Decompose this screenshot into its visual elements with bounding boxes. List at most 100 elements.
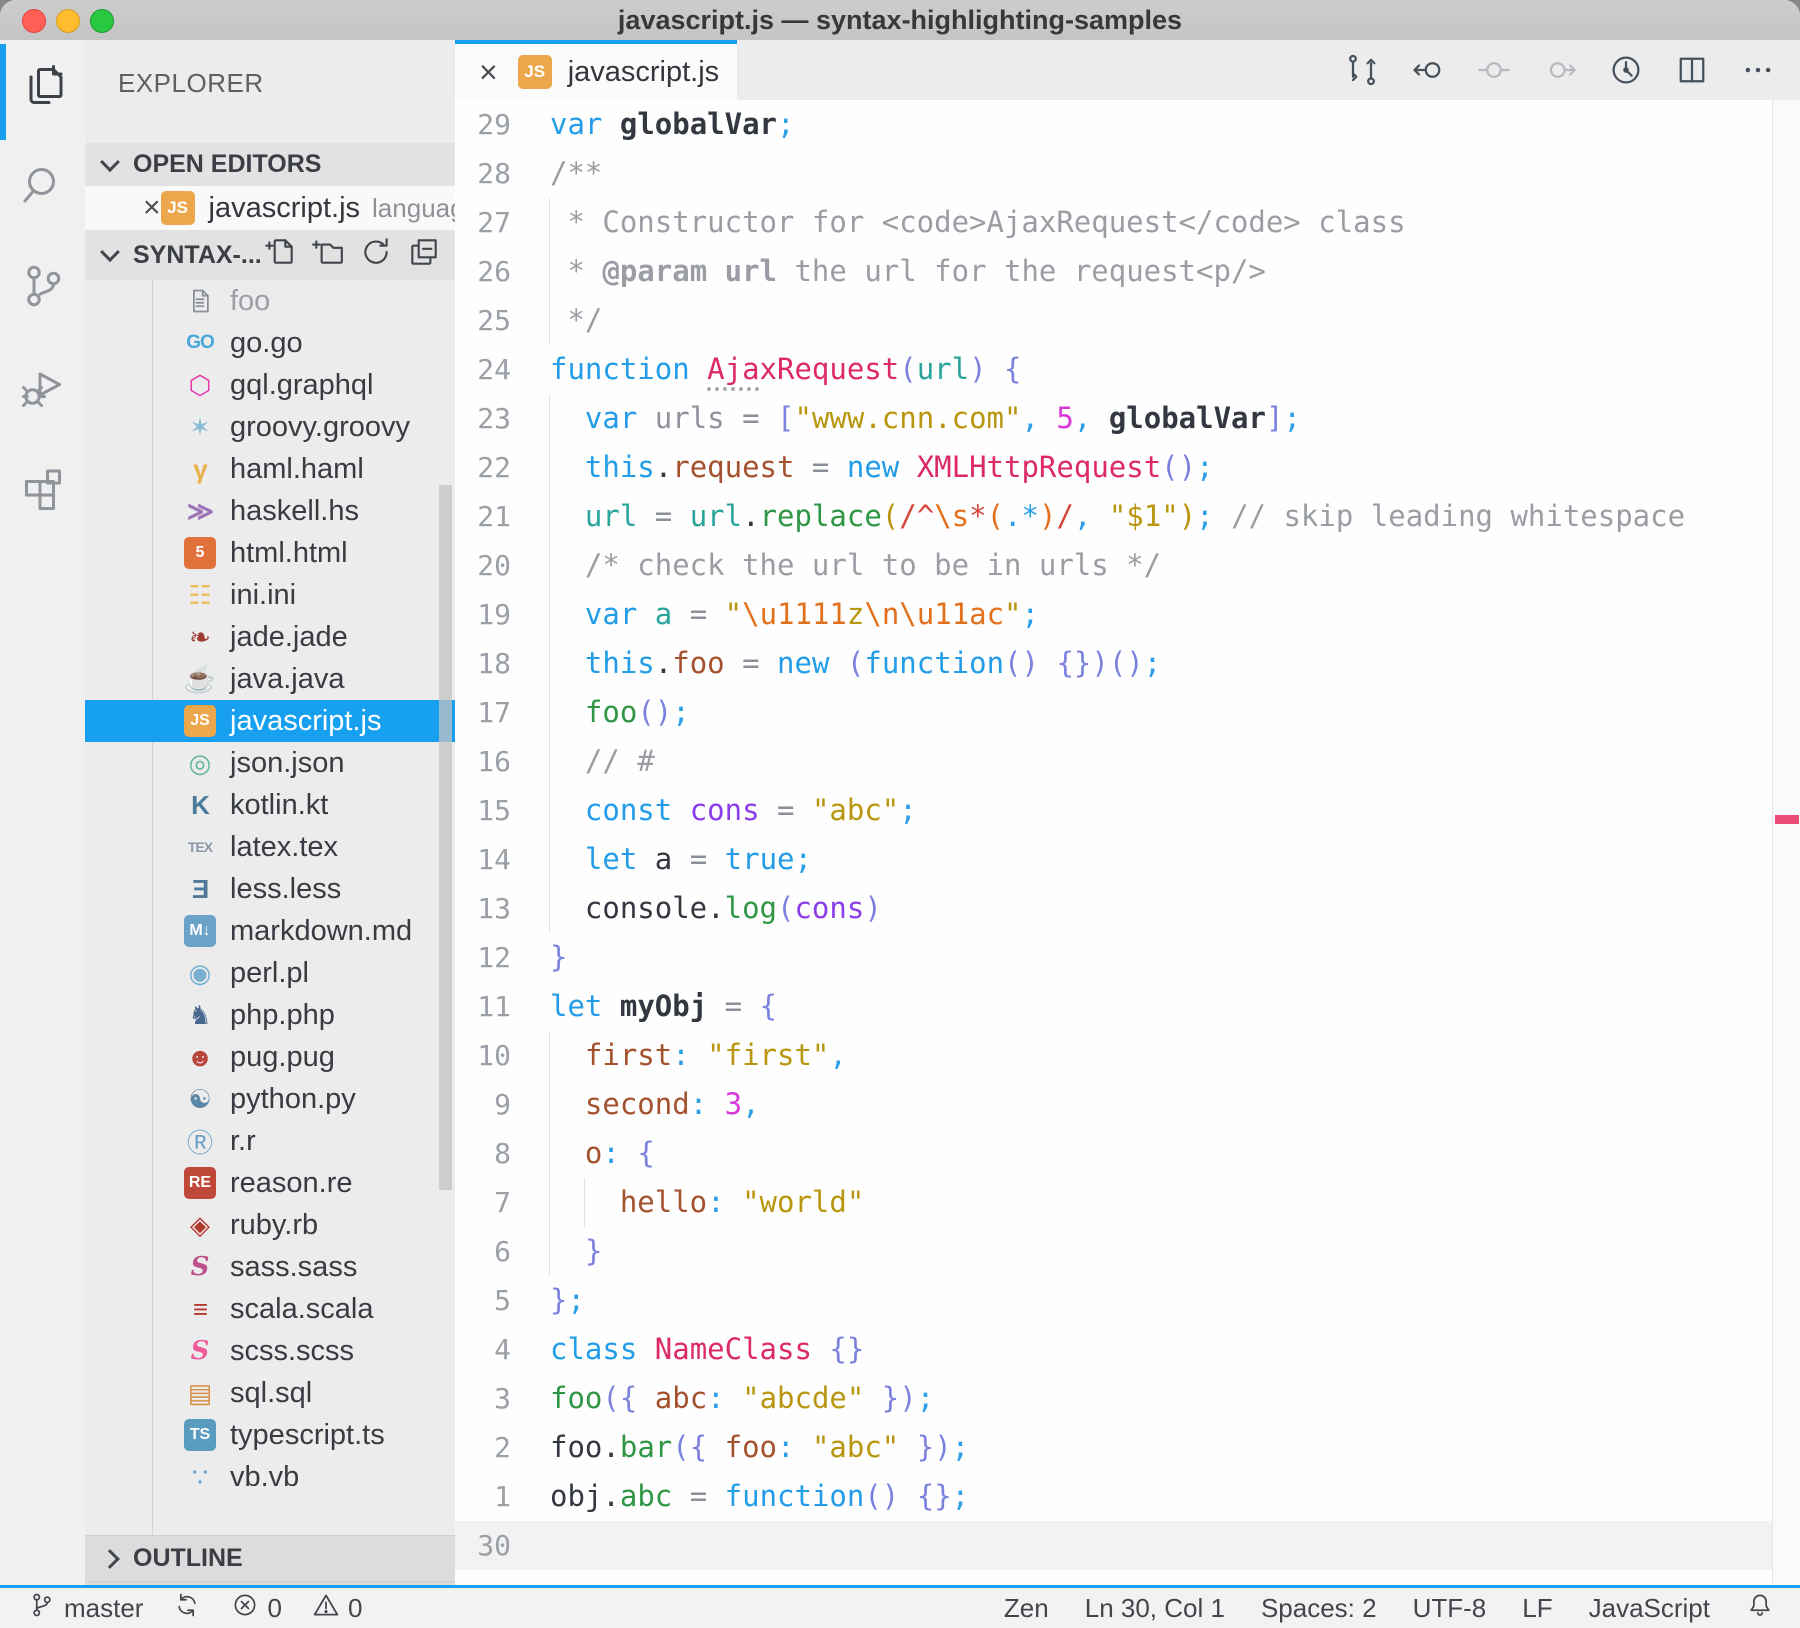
code-area[interactable]: 29var globalVar;28/**27 * Constructor fo… — [455, 100, 1772, 1585]
file-item-typescript-ts[interactable]: TStypescript.ts — [85, 1414, 455, 1456]
close-window-button[interactable] — [22, 9, 46, 33]
status-spaces-2[interactable]: Spaces: 2 — [1261, 1593, 1377, 1624]
file-item-gql-graphql[interactable]: ⬡gql.graphql — [85, 364, 455, 406]
activity-extensions-button[interactable] — [0, 440, 85, 536]
file-item-json-json[interactable]: ◎json.json — [85, 742, 455, 784]
sidebar-scrollbar[interactable] — [439, 485, 452, 1190]
code-line-7[interactable]: 7 hello: "world" — [455, 1178, 1772, 1227]
code-line-3[interactable]: 3foo({ abc: "abcde" }); — [455, 1374, 1772, 1423]
code-line-29[interactable]: 29var globalVar; — [455, 100, 1772, 149]
outline-panel-header[interactable]: OUTLINE — [85, 1536, 455, 1581]
code-line-21[interactable]: 21 url = url.replace(/^\s*(.*)/, "$1"); … — [455, 492, 1772, 541]
code-line-4[interactable]: 4class NameClass {} — [455, 1325, 1772, 1374]
file-item-sass-sass[interactable]: Ssass.sass — [85, 1246, 455, 1288]
tab-javascript[interactable]: × JS javascript.js — [455, 40, 737, 100]
code-line-17[interactable]: 17 foo(); — [455, 688, 1772, 737]
split-editor-icon[interactable] — [1672, 50, 1712, 90]
file-item-pug-pug[interactable]: ☻pug.pug — [85, 1036, 455, 1078]
refresh-explorer-button[interactable] — [359, 235, 393, 276]
file-item-vb-vb[interactable]: ∵vb.vb — [85, 1456, 455, 1486]
new-file-button[interactable] — [263, 235, 297, 276]
file-item-ruby-rb[interactable]: ◈ruby.rb — [85, 1204, 455, 1246]
minimize-window-button[interactable] — [56, 9, 80, 33]
status-0[interactable]: 0 — [312, 1591, 362, 1626]
go-file-icon: GO — [181, 332, 219, 354]
code-line-19[interactable]: 19 var a = "\u1111z\n\u11ac"; — [455, 590, 1772, 639]
code-line-18[interactable]: 18 this.foo = new (function() {})(); — [455, 639, 1772, 688]
file-item-kotlin-kt[interactable]: Kkotlin.kt — [85, 784, 455, 826]
code-line-10[interactable]: 10 first: "first", — [455, 1031, 1772, 1080]
status-0[interactable]: 0 — [231, 1591, 281, 1626]
file-item-groovy-groovy[interactable]: ✶groovy.groovy — [85, 406, 455, 448]
file-item-java-java[interactable]: ☕java.java — [85, 658, 455, 700]
code-line-23[interactable]: 23 var urls = ["www.cnn.com", 5, globalV… — [455, 394, 1772, 443]
open-editors-header[interactable]: OPEN EDITORS — [85, 143, 455, 186]
status-sync[interactable] — [173, 1591, 201, 1626]
activity-run-debug-button[interactable] — [0, 340, 85, 436]
file-item-r-r[interactable]: Ⓡr.r — [85, 1120, 455, 1162]
file-item-jade-jade[interactable]: ❧jade.jade — [85, 616, 455, 658]
file-item-markdown-md[interactable]: M↓markdown.md — [85, 910, 455, 952]
code-line-2[interactable]: 2foo.bar({ foo: "abc" }); — [455, 1423, 1772, 1472]
file-item-haskell-hs[interactable]: ≫haskell.hs — [85, 490, 455, 532]
timeline-history-icon[interactable] — [1606, 50, 1646, 90]
code-line-27[interactable]: 27 * Constructor for <code>AjaxRequest</… — [455, 198, 1772, 247]
code-line-30[interactable]: 30 — [455, 1521, 1772, 1570]
file-item-latex-tex[interactable]: TEXlatex.tex — [85, 826, 455, 868]
file-item-reason-re[interactable]: REreason.re — [85, 1162, 455, 1204]
file-item-go-go[interactable]: GOgo.go — [85, 322, 455, 364]
activity-settings-button[interactable] — [0, 1485, 85, 1575]
code-line-28[interactable]: 28/** — [455, 149, 1772, 198]
code-line-9[interactable]: 9 second: 3, — [455, 1080, 1772, 1129]
file-item-scss-scss[interactable]: Sscss.scss — [85, 1330, 455, 1372]
code-line-8[interactable]: 8 o: { — [455, 1129, 1772, 1178]
open-editor-item[interactable]: × JS javascript.js languages — [85, 186, 455, 230]
overview-ruler[interactable] — [1772, 100, 1800, 1585]
file-item-perl-pl[interactable]: ◉perl.pl — [85, 952, 455, 994]
file-item-foo[interactable]: foo — [85, 280, 455, 322]
status-lf[interactable]: LF — [1522, 1593, 1552, 1624]
code-line-26[interactable]: 26 * @param url the url for the request<… — [455, 247, 1772, 296]
code-line-12[interactable]: 12} — [455, 933, 1772, 982]
code-line-14[interactable]: 14 let a = true; — [455, 835, 1772, 884]
new-folder-button[interactable] — [311, 235, 345, 276]
activity-search-button[interactable] — [0, 140, 85, 236]
activity-explorer-button[interactable] — [0, 40, 85, 136]
code-line-15[interactable]: 15 const cons = "abc"; — [455, 786, 1772, 835]
status-javascript[interactable]: JavaScript — [1589, 1593, 1710, 1624]
activity-account-button[interactable] — [0, 1375, 85, 1465]
code-line-6[interactable]: 6 } — [455, 1227, 1772, 1276]
code-line-5[interactable]: 5}; — [455, 1276, 1772, 1325]
back-circle-icon[interactable] — [1408, 50, 1448, 90]
code-line-24[interactable]: 24function AjaxRequest(url) { — [455, 345, 1772, 394]
status-utf-8[interactable]: UTF-8 — [1413, 1593, 1487, 1624]
collapse-folders-button[interactable] — [407, 235, 441, 276]
code-line-22[interactable]: 22 this.request = new XMLHttpRequest(); — [455, 443, 1772, 492]
zoom-window-button[interactable] — [90, 9, 114, 33]
code-line-11[interactable]: 11let myObj = { — [455, 982, 1772, 1031]
file-item-scala-scala[interactable]: ≡scala.scala — [85, 1288, 455, 1330]
activity-source-control-button[interactable] — [0, 240, 85, 336]
file-item-ini-ini[interactable]: ☷ini.ini — [85, 574, 455, 616]
status-zen[interactable]: Zen — [1004, 1593, 1049, 1624]
open-changes-icon[interactable] — [1342, 50, 1382, 90]
folder-section-header[interactable]: SYNTAX-... — [85, 230, 455, 280]
file-item-python-py[interactable]: ☯python.py — [85, 1078, 455, 1120]
close-icon[interactable]: × — [143, 191, 161, 225]
code-line-13[interactable]: 13 console.log(cons) — [455, 884, 1772, 933]
code-line-25[interactable]: 25 */ — [455, 296, 1772, 345]
status-bell[interactable] — [1746, 1591, 1774, 1626]
code-line-1[interactable]: 1obj.abc = function() {}; — [455, 1472, 1772, 1521]
file-item-javascript-js[interactable]: JSjavascript.js — [85, 700, 455, 742]
file-item-haml-haml[interactable]: γhaml.haml — [85, 448, 455, 490]
file-item-html-html[interactable]: 5html.html — [85, 532, 455, 574]
file-item-less-less[interactable]: Ǝless.less — [85, 868, 455, 910]
code-line-20[interactable]: 20 /* check the url to be in urls */ — [455, 541, 1772, 590]
status-ln-30-col-1[interactable]: Ln 30, Col 1 — [1085, 1593, 1225, 1624]
code-line-16[interactable]: 16 // # — [455, 737, 1772, 786]
close-tab-icon[interactable]: × — [479, 54, 498, 91]
status-master[interactable]: master — [28, 1591, 143, 1626]
more-actions-icon[interactable] — [1738, 50, 1778, 90]
file-item-sql-sql[interactable]: ▤sql.sql — [85, 1372, 455, 1414]
file-item-php-php[interactable]: ♞php.php — [85, 994, 455, 1036]
